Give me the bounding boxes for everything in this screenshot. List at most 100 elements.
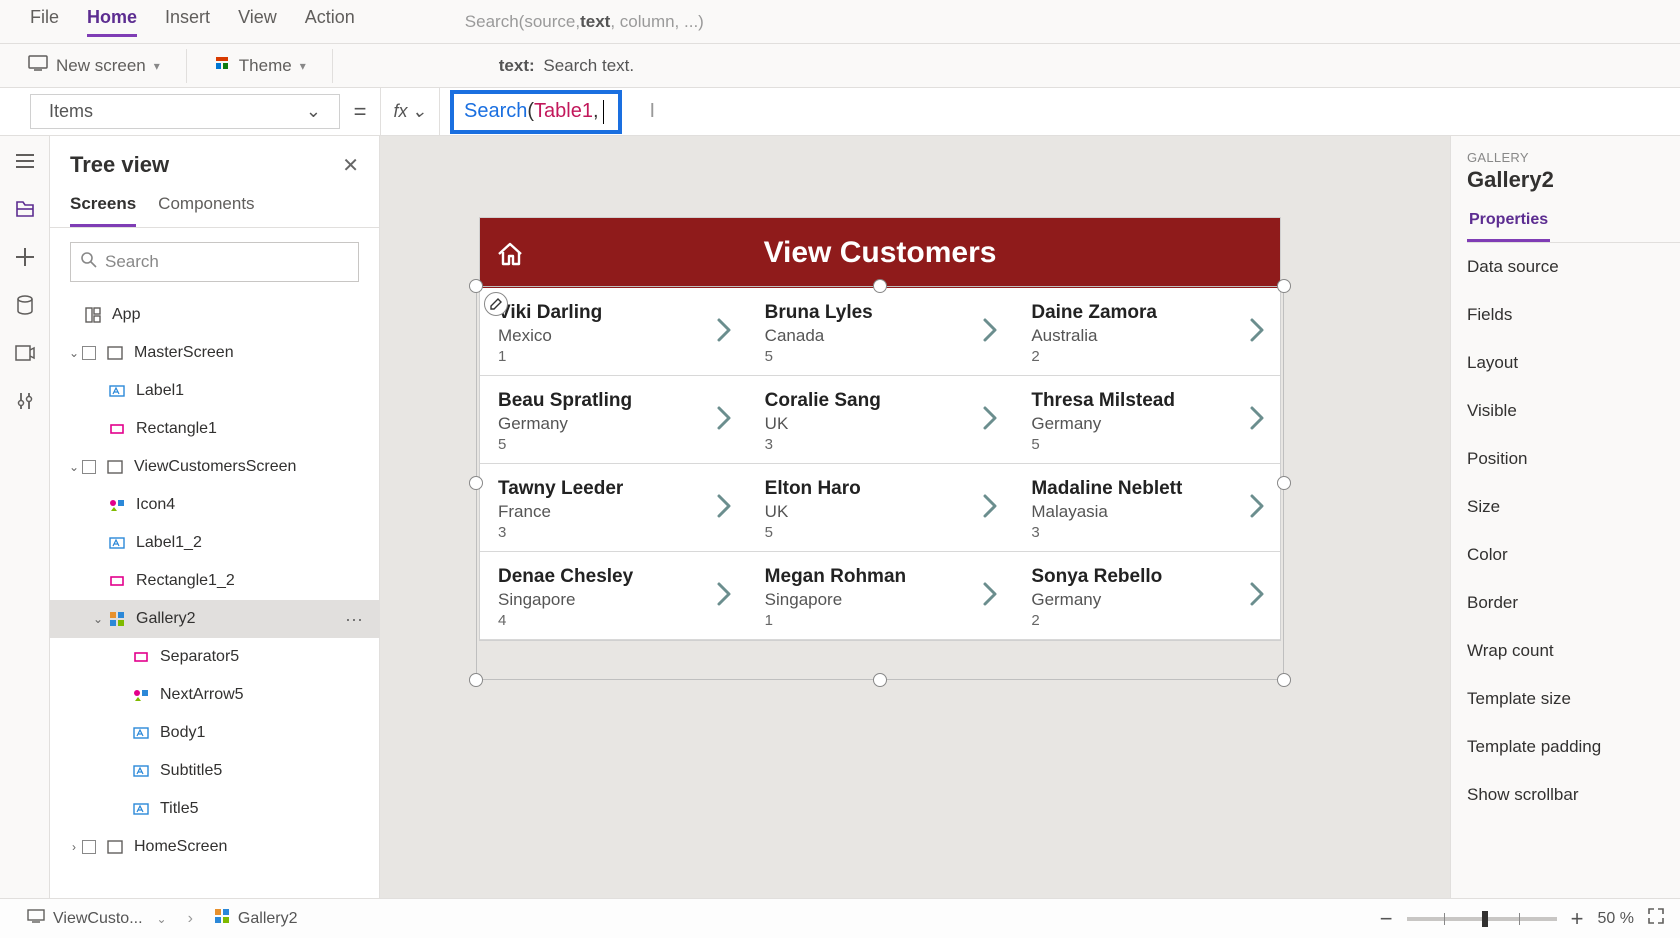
prop-row[interactable]: Visible	[1467, 387, 1680, 435]
prop-row[interactable]: Show scrollbar	[1467, 771, 1680, 819]
canvas[interactable]: View Customers Viki DarlingMexico1Bruna …	[380, 136, 1450, 898]
tree-node[interactable]: Body1	[50, 714, 379, 752]
hamburger-icon[interactable]	[14, 150, 36, 172]
next-arrow-icon[interactable]	[715, 404, 735, 432]
zoom-out-button[interactable]: −	[1380, 906, 1393, 932]
gallery-control[interactable]: Viki DarlingMexico1Bruna LylesCanada5Dai…	[480, 288, 1280, 640]
prop-row[interactable]: Template size	[1467, 675, 1680, 723]
next-arrow-icon[interactable]	[981, 492, 1001, 520]
gallery-item[interactable]: Thresa MilsteadGermany5	[1013, 376, 1280, 463]
item-subtitle: Germany	[1031, 414, 1262, 434]
gallery-item[interactable]: Viki DarlingMexico1	[480, 288, 747, 375]
menu-tab-file[interactable]: File	[30, 7, 59, 37]
tree-node[interactable]: ⌄ViewCustomersScreen	[50, 448, 379, 486]
prop-row[interactable]: Size	[1467, 483, 1680, 531]
tree-node[interactable]: App	[50, 296, 379, 334]
checkbox-icon[interactable]	[82, 346, 96, 360]
gallery-item[interactable]: Daine ZamoraAustralia2	[1013, 288, 1280, 375]
gallery-item[interactable]: Madaline NeblettMalayasia3	[1013, 464, 1280, 551]
prop-rows: Data sourceFieldsLayoutVisiblePositionSi…	[1467, 243, 1680, 819]
tree-node[interactable]: Rectangle1	[50, 410, 379, 448]
prop-row[interactable]: Wrap count	[1467, 627, 1680, 675]
menu-tab-action[interactable]: Action	[305, 7, 355, 37]
tree-node[interactable]: Label1	[50, 372, 379, 410]
gallery-item[interactable]: Coralie SangUK3	[747, 376, 1014, 463]
tree-node[interactable]: ⌄Gallery2···	[50, 600, 379, 638]
insert-icon[interactable]	[14, 246, 36, 268]
fx-button[interactable]: fx ⌄	[380, 88, 440, 135]
new-screen-button[interactable]: New screen ▾	[28, 55, 160, 76]
next-arrow-icon[interactable]	[1248, 492, 1268, 520]
next-arrow-icon[interactable]	[981, 404, 1001, 432]
prop-row[interactable]: Data source	[1467, 243, 1680, 291]
chevron-icon[interactable]: ⌄	[66, 460, 82, 474]
checkbox-icon[interactable]	[82, 460, 96, 474]
prop-row[interactable]: Position	[1467, 435, 1680, 483]
gallery-item[interactable]: Megan RohmanSingapore1	[747, 552, 1014, 639]
prop-row[interactable]: Fields	[1467, 291, 1680, 339]
tree-list: App⌄MasterScreenLabel1Rectangle1⌄ViewCus…	[50, 296, 379, 898]
gallery-item[interactable]: Denae ChesleySingapore4	[480, 552, 747, 639]
zoom-slider[interactable]	[1407, 917, 1557, 921]
tree-tab-components[interactable]: Components	[158, 194, 254, 227]
prop-row[interactable]: Border	[1467, 579, 1680, 627]
chevron-icon[interactable]: ⌄	[90, 612, 106, 626]
gallery-row: Denae ChesleySingapore4Megan RohmanSinga…	[480, 552, 1280, 640]
tree-node[interactable]: ⌄MasterScreen	[50, 334, 379, 372]
tree-node[interactable]: Icon4	[50, 486, 379, 524]
gallery-item[interactable]: Bruna LylesCanada5	[747, 288, 1014, 375]
next-arrow-icon[interactable]	[981, 580, 1001, 608]
next-arrow-icon[interactable]	[715, 316, 735, 344]
prop-row[interactable]: Template padding	[1467, 723, 1680, 771]
gallery-item[interactable]: Beau SpratlingGermany5	[480, 376, 747, 463]
tree-node[interactable]: Label1_2	[50, 524, 379, 562]
home-icon[interactable]	[480, 236, 540, 270]
next-arrow-icon[interactable]	[1248, 316, 1268, 344]
prop-row[interactable]: Color	[1467, 531, 1680, 579]
next-arrow-icon[interactable]	[715, 580, 735, 608]
chevron-icon[interactable]: ⌄	[66, 346, 82, 360]
item-title: Thresa Milstead	[1031, 390, 1262, 412]
prop-tab-properties[interactable]: Properties	[1467, 211, 1550, 242]
tree-search-input[interactable]: Search	[70, 242, 359, 282]
gallery-item[interactable]: Tawny LeederFrance3	[480, 464, 747, 551]
menu-tab-insert[interactable]: Insert	[165, 7, 210, 37]
tree-view-icon[interactable]	[14, 198, 36, 220]
menu-tab-home[interactable]: Home	[87, 7, 137, 37]
zoom-in-button[interactable]: +	[1571, 906, 1584, 932]
edit-pencil-icon[interactable]	[484, 292, 508, 316]
next-arrow-icon[interactable]	[981, 316, 1001, 344]
more-icon[interactable]: ···	[339, 609, 369, 630]
next-arrow-icon[interactable]	[715, 492, 735, 520]
next-arrow-icon[interactable]	[1248, 404, 1268, 432]
close-icon[interactable]: ✕	[342, 153, 359, 178]
tree-node[interactable]: Rectangle1_2	[50, 562, 379, 600]
media-icon[interactable]	[14, 342, 36, 364]
selection-handle[interactable]	[469, 673, 483, 687]
fit-to-window-icon[interactable]	[1648, 908, 1664, 929]
breadcrumb-screen[interactable]: ViewCusto... ⌄	[16, 906, 178, 931]
tree-node[interactable]: Title5	[50, 790, 379, 828]
formula-input[interactable]: Search(Table1, I	[440, 88, 1680, 135]
prop-row[interactable]: Layout	[1467, 339, 1680, 387]
zoom-slider-thumb[interactable]	[1482, 911, 1488, 927]
data-icon[interactable]	[14, 294, 36, 316]
breadcrumb-control[interactable]: Gallery2	[203, 905, 309, 932]
menu-tab-view[interactable]: View	[238, 7, 277, 37]
checkbox-icon[interactable]	[82, 840, 96, 854]
property-selector[interactable]: Items ⌄	[30, 94, 340, 129]
tree-node[interactable]: Subtitle5	[50, 752, 379, 790]
advanced-tools-icon[interactable]	[14, 390, 36, 412]
chevron-icon[interactable]: ›	[66, 840, 82, 854]
tree-node[interactable]: Separator5	[50, 638, 379, 676]
gallery-item[interactable]: Elton HaroUK5	[747, 464, 1014, 551]
selection-handle[interactable]	[1277, 673, 1291, 687]
tree-node[interactable]: ›HomeScreen	[50, 828, 379, 866]
tree-tab-screens[interactable]: Screens	[70, 194, 136, 227]
selection-handle[interactable]	[873, 673, 887, 687]
next-arrow-icon[interactable]	[1248, 580, 1268, 608]
tree-node[interactable]: NextArrow5	[50, 676, 379, 714]
theme-button[interactable]: Theme ▾	[213, 54, 306, 77]
item-subtitle: UK	[765, 502, 996, 522]
gallery-item[interactable]: Sonya RebelloGermany2	[1013, 552, 1280, 639]
